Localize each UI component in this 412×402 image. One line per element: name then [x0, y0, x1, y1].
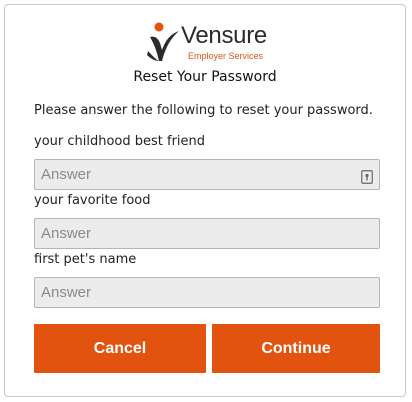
answer-field-pet-name[interactable] [34, 277, 380, 308]
question-label-favorite-food: your favorite food [34, 193, 151, 208]
answer-field-favorite-food[interactable] [34, 218, 380, 249]
continue-button[interactable]: Continue [212, 324, 380, 373]
vensure-swoosh-icon [147, 22, 179, 61]
instructions-text: Please answer the following to reset you… [34, 103, 373, 118]
brand-tagline: Employer Services [188, 51, 264, 61]
brand-name: Vensure [181, 22, 267, 49]
password-key-icon [361, 170, 373, 184]
question-label-best-friend: your childhood best friend [34, 134, 206, 149]
page-title: Reset Your Password [133, 69, 277, 85]
cancel-button[interactable]: Cancel [34, 324, 206, 373]
question-label-pet-name: first pet's name [34, 252, 137, 267]
reset-password-card: Vensure Employer Services Reset Your Pas… [4, 4, 406, 397]
vensure-logo: Vensure Employer Services [145, 19, 285, 67]
answer-field-best-friend[interactable] [34, 159, 380, 190]
